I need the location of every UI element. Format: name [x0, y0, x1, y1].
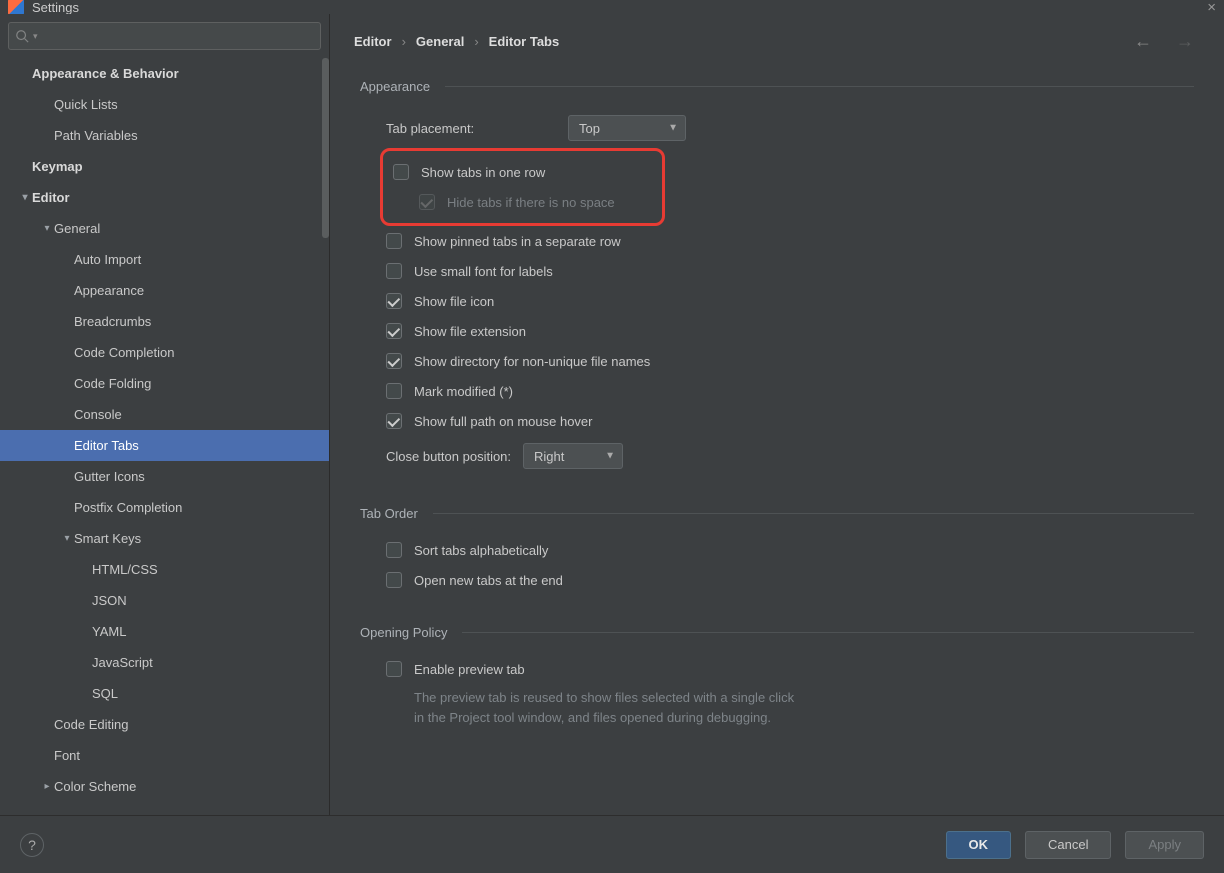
dialog-footer: ? OK Cancel Apply	[0, 815, 1224, 873]
tree-item-editor-tabs[interactable]: Editor Tabs	[0, 430, 329, 461]
preview-help-text: The preview tab is reused to show files …	[360, 684, 920, 728]
tree-item-label: JavaScript	[92, 655, 153, 670]
tree-item-javascript[interactable]: JavaScript	[0, 647, 329, 678]
scrollbar[interactable]	[322, 58, 329, 238]
chevron-down-icon: ▾	[33, 31, 38, 42]
tree-item-gutter-icons[interactable]: Gutter Icons	[0, 461, 329, 492]
checkbox-hide-tabs-no-space	[419, 194, 435, 210]
tree-item-postfix-completion[interactable]: Postfix Completion	[0, 492, 329, 523]
chevron-right-icon: ›	[402, 34, 406, 49]
tree-item-yaml[interactable]: YAML	[0, 616, 329, 647]
tree-item-editor[interactable]: ▾Editor	[0, 182, 329, 213]
chevron-down-icon[interactable]: ▾	[18, 192, 32, 203]
settings-content: Appearance Tab placement: Top ▼ Show tab…	[330, 69, 1224, 815]
breadcrumb-item[interactable]: General	[416, 34, 464, 49]
tree-item-html-css[interactable]: HTML/CSS	[0, 554, 329, 585]
tree-item-label: Quick Lists	[54, 97, 118, 112]
tree-item-json[interactable]: JSON	[0, 585, 329, 616]
tree-item-label: Gutter Icons	[74, 469, 145, 484]
tree-item-auto-import[interactable]: Auto Import	[0, 244, 329, 275]
chevron-down-icon[interactable]: ▾	[40, 223, 54, 234]
tree-item-keymap[interactable]: Keymap	[0, 151, 329, 182]
checkbox-sort-alpha[interactable]	[386, 542, 402, 558]
chevron-right-icon: ›	[474, 34, 478, 49]
tree-item-label: Auto Import	[74, 252, 141, 267]
tree-item-label: SQL	[92, 686, 118, 701]
tree-item-code-folding[interactable]: Code Folding	[0, 368, 329, 399]
breadcrumb-item[interactable]: Editor	[354, 34, 392, 49]
checkbox-use-small-font[interactable]	[386, 263, 402, 279]
tree-item-path-variables[interactable]: Path Variables	[0, 120, 329, 151]
tree-item-color-scheme[interactable]: ▸Color Scheme	[0, 771, 329, 802]
tree-item-label: Appearance	[74, 283, 144, 298]
checkbox-enable-preview[interactable]	[386, 661, 402, 677]
sidebar: ▾ Appearance & Behavior Quick Lists Path V…	[0, 14, 330, 815]
section-appearance: Appearance	[360, 79, 1194, 94]
tree-item-smart-keys[interactable]: ▾Smart Keys	[0, 523, 329, 554]
tree-item-label: Font	[54, 748, 80, 763]
settings-tree: Appearance & Behavior Quick Lists Path Var…	[0, 58, 329, 815]
section-tab-order: Tab Order	[360, 506, 1194, 521]
app-icon	[8, 0, 24, 15]
search-icon	[15, 29, 29, 43]
tree-item-sql[interactable]: SQL	[0, 678, 329, 709]
tree-item-label: Breadcrumbs	[74, 314, 151, 329]
tree-item-label: Postfix Completion	[74, 500, 182, 515]
tree-item-label: Smart Keys	[74, 531, 141, 546]
tab-placement-label: Tab placement:	[386, 121, 556, 136]
tree-item-quick-lists[interactable]: Quick Lists	[0, 89, 329, 120]
tree-item-font[interactable]: Font	[0, 740, 329, 771]
breadcrumb-item: Editor Tabs	[489, 34, 560, 49]
checkbox-show-directory-nonunique[interactable]	[386, 353, 402, 369]
titlebar: Settings ×	[0, 0, 1224, 14]
tree-item-appearance-behavior[interactable]: Appearance & Behavior	[0, 58, 329, 89]
tree-item-label: Color Scheme	[54, 779, 136, 794]
tree-item-label: General	[54, 221, 100, 236]
ok-button[interactable]: OK	[946, 831, 1012, 859]
tree-item-label: Code Folding	[74, 376, 151, 391]
tree-item-label: HTML/CSS	[92, 562, 158, 577]
tree-item-label: Console	[74, 407, 122, 422]
tree-item-general[interactable]: ▾General	[0, 213, 329, 244]
tree-item-appearance[interactable]: Appearance	[0, 275, 329, 306]
close-button-position-select[interactable]: Right	[523, 443, 623, 469]
tree-item-label: Code Completion	[74, 345, 174, 360]
section-opening-policy: Opening Policy	[360, 625, 1194, 640]
tree-item-label: Editor Tabs	[74, 438, 139, 453]
highlight-box: Show tabs in one row Hide tabs if there …	[380, 148, 665, 226]
apply-button[interactable]: Apply	[1125, 831, 1204, 859]
tree-item-console[interactable]: Console	[0, 399, 329, 430]
tree-item-code-editing[interactable]: Code Editing	[0, 709, 329, 740]
tree-item-label: Appearance & Behavior	[32, 66, 179, 81]
chevron-right-icon[interactable]: ▸	[40, 781, 54, 792]
checkbox-show-full-path-hover[interactable]	[386, 413, 402, 429]
search-field[interactable]	[42, 29, 314, 44]
checkbox-show-tabs-one-row[interactable]	[393, 164, 409, 180]
checkbox-mark-modified[interactable]	[386, 383, 402, 399]
breadcrumb: Editor › General › Editor Tabs	[354, 34, 559, 49]
tree-item-breadcrumbs[interactable]: Breadcrumbs	[0, 306, 329, 337]
close-button-position-label: Close button position:	[386, 449, 511, 464]
window-title: Settings	[32, 0, 79, 15]
tree-item-label: Keymap	[32, 159, 83, 174]
checkbox-show-file-extension[interactable]	[386, 323, 402, 339]
checkbox-open-new-end[interactable]	[386, 572, 402, 588]
tree-item-label: JSON	[92, 593, 127, 608]
chevron-down-icon[interactable]: ▾	[60, 533, 74, 544]
tree-item-label: Code Editing	[54, 717, 128, 732]
tree-item-label: YAML	[92, 624, 126, 639]
back-button[interactable]: ←	[1128, 31, 1158, 52]
tree-item-code-completion[interactable]: Code Completion	[0, 337, 329, 368]
search-input[interactable]: ▾	[8, 22, 321, 50]
checkbox-show-file-icon[interactable]	[386, 293, 402, 309]
breadcrumb-bar: Editor › General › Editor Tabs ← →	[330, 14, 1224, 69]
tree-item-label: Path Variables	[54, 128, 138, 143]
cancel-button[interactable]: Cancel	[1025, 831, 1111, 859]
forward-button: →	[1170, 31, 1200, 52]
help-button[interactable]: ?	[20, 833, 44, 857]
tree-item-label: Editor	[32, 190, 70, 205]
checkbox-show-pinned-separate[interactable]	[386, 233, 402, 249]
tab-placement-select[interactable]: Top	[568, 115, 686, 141]
